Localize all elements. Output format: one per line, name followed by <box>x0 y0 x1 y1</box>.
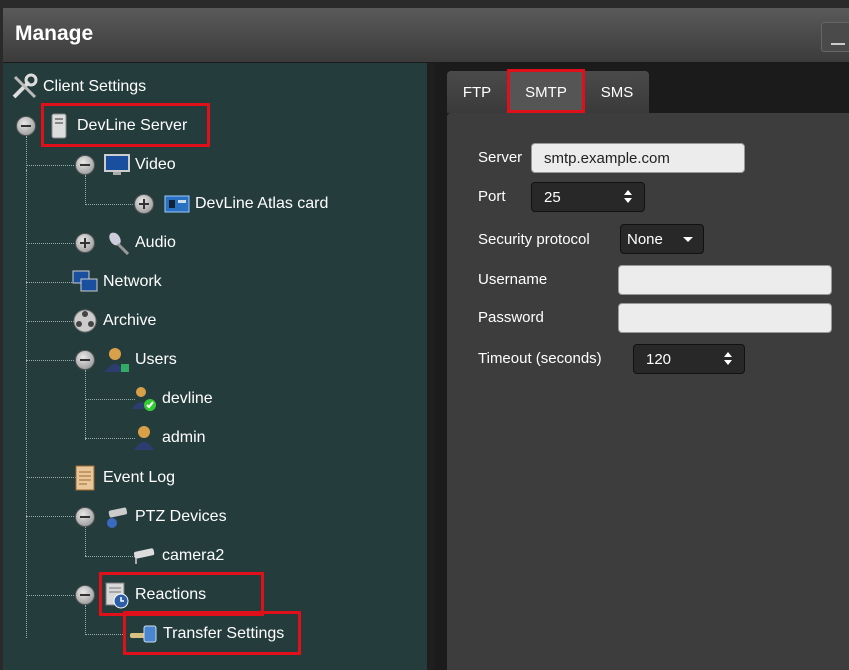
tree-item-label: Video <box>135 156 176 173</box>
tree-connector <box>85 399 135 400</box>
tree-connector <box>26 165 76 166</box>
tab-sms[interactable]: SMS <box>585 71 649 113</box>
highlight-box <box>507 69 585 113</box>
tree-connector <box>85 175 86 205</box>
username-label: Username <box>478 271 548 288</box>
tree-item-ptz-devices[interactable]: PTZ Devices <box>103 500 227 534</box>
tree-item-event-log[interactable]: Event Log <box>71 461 175 495</box>
tree-connector <box>26 243 76 244</box>
tab-bar: FTP SMTP SMS <box>435 63 849 113</box>
tree-item-admin[interactable]: admin <box>130 421 206 455</box>
tree-item-network[interactable]: Network <box>71 265 162 299</box>
tree-connector <box>85 438 135 439</box>
tree-connector <box>26 595 76 596</box>
user-icon <box>130 424 158 452</box>
spin-arrows-icon[interactable] <box>724 352 732 366</box>
film-reel-icon <box>71 307 99 335</box>
tree-connector <box>85 526 86 556</box>
security-protocol-label: Security protocol <box>478 231 590 248</box>
tree-connector <box>85 605 86 635</box>
network-icon <box>71 268 99 296</box>
security-protocol-dropdown[interactable]: None <box>620 224 704 254</box>
collapse-toggle[interactable] <box>75 350 95 370</box>
security-protocol-value: None <box>627 230 663 248</box>
collapse-toggle[interactable] <box>75 155 95 175</box>
tree-item-label: DevLine Atlas card <box>195 195 329 212</box>
password-label: Password <box>478 309 544 326</box>
server-label: Server <box>478 149 523 166</box>
users-icon <box>103 346 131 374</box>
tree-item-label: camera2 <box>162 547 225 564</box>
camera-icon <box>130 542 158 570</box>
port-value: 25 <box>544 188 561 206</box>
server-field[interactable]: smtp.example.com <box>531 143 745 173</box>
tree-connector <box>26 360 76 361</box>
tree-item-label: Event Log <box>103 469 176 486</box>
tree-connector <box>26 477 76 478</box>
tree-item-label: Users <box>135 351 177 368</box>
tree-item-devline-atlas-card[interactable]: DevLine Atlas card <box>163 187 328 221</box>
highlight-box <box>99 572 264 616</box>
tree-item-label: Network <box>103 273 162 290</box>
tree-connector <box>85 634 125 635</box>
pane-splitter[interactable] <box>427 63 435 670</box>
tree-item-label: devline <box>162 390 213 407</box>
tree-item-label: PTZ Devices <box>135 508 227 525</box>
manage-window: Manage Client Settings DevLine Server Vi… <box>0 0 849 670</box>
tree-item-label: admin <box>162 429 206 446</box>
tree-item-label: Archive <box>103 312 157 329</box>
smtp-settings-panel: Server smtp.example.com Port 25 Security… <box>447 113 849 670</box>
timeout-label: Timeout (seconds) <box>478 350 602 367</box>
log-icon <box>71 464 99 492</box>
tree-connector <box>85 556 135 557</box>
monitor-icon <box>103 151 131 179</box>
microphone-icon <box>103 229 131 257</box>
tree-connector <box>26 516 76 517</box>
tree-item-label: Client Settings <box>43 78 147 95</box>
settings-pane: FTP SMTP SMS Server smtp.example.com Por… <box>435 63 849 670</box>
tab-ftp[interactable]: FTP <box>447 71 507 113</box>
username-field[interactable] <box>618 265 832 295</box>
tree-item-archive[interactable]: Archive <box>71 304 156 338</box>
tools-icon <box>11 73 39 101</box>
password-field[interactable] <box>618 303 832 333</box>
tree-connector <box>85 370 86 440</box>
tree-connector <box>85 204 135 205</box>
highlight-box <box>41 103 210 147</box>
collapse-toggle[interactable] <box>75 507 95 527</box>
ptz-camera-icon <box>103 503 131 531</box>
expand-toggle[interactable] <box>75 233 95 253</box>
chevron-down-icon <box>683 237 693 242</box>
spin-arrows-icon[interactable] <box>624 190 632 204</box>
timeout-spinbox[interactable]: 120 <box>633 344 745 374</box>
tree-item-users[interactable]: Users <box>103 343 177 377</box>
port-spinbox[interactable]: 25 <box>531 182 645 212</box>
title-bar: Manage <box>3 8 849 63</box>
tree-item-label: Audio <box>135 234 176 251</box>
tree-item-devline[interactable]: devline <box>130 382 213 416</box>
window-title: Manage <box>15 22 94 45</box>
tree-item-client-settings[interactable]: Client Settings <box>11 70 146 104</box>
expand-toggle[interactable] <box>134 194 154 214</box>
settings-tree: Client Settings DevLine Server Video Dev… <box>3 63 427 670</box>
tree-connector <box>26 170 27 638</box>
minimize-button[interactable] <box>821 22 849 52</box>
collapse-toggle[interactable] <box>16 116 36 136</box>
tree-item-audio[interactable]: Audio <box>103 226 176 260</box>
collapse-toggle[interactable] <box>75 585 95 605</box>
tree-item-camera2[interactable]: camera2 <box>130 539 224 573</box>
capture-card-icon <box>163 190 191 218</box>
tree-connector <box>26 321 76 322</box>
tree-connector <box>26 282 76 283</box>
timeout-value: 120 <box>646 350 672 368</box>
tree-item-video[interactable]: Video <box>103 148 176 182</box>
port-label: Port <box>478 188 506 205</box>
user-active-icon <box>130 385 158 413</box>
highlight-box <box>123 611 301 655</box>
